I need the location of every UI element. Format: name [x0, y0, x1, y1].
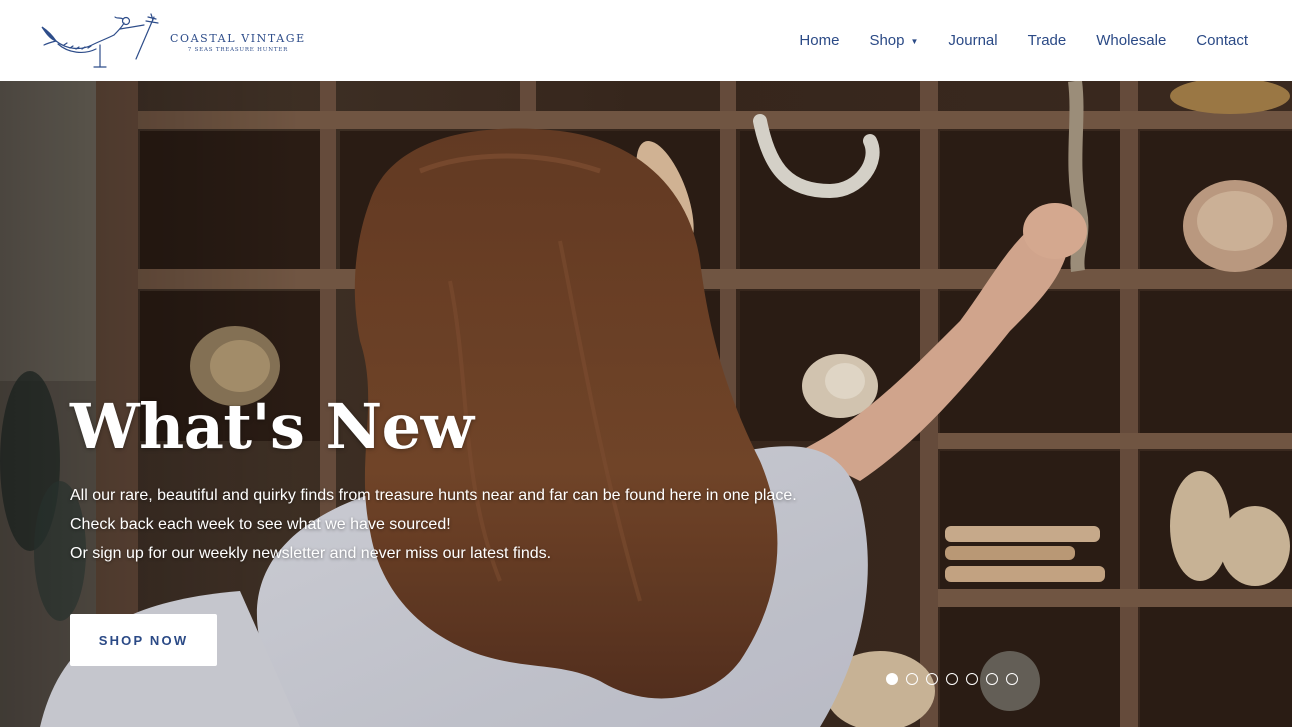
- nav-contact[interactable]: Contact: [1196, 32, 1248, 49]
- hero-line: All our rare, beautiful and quirky finds…: [70, 487, 797, 504]
- slider-dot[interactable]: [946, 673, 958, 685]
- nav-wholesale-label: Wholesale: [1096, 32, 1167, 49]
- mermaid-trident-icon: [41, 12, 159, 68]
- slider-dot[interactable]: [966, 673, 978, 685]
- hero-slider: What's New All our rare, beautiful and q…: [0, 81, 1292, 727]
- nav-wholesale[interactable]: Wholesale: [1096, 32, 1166, 49]
- nav-journal[interactable]: Journal: [948, 32, 997, 49]
- hero-content: What's New All our rare, beautiful and q…: [70, 391, 890, 568]
- hero-line: Or sign up for our weekly newsletter and…: [70, 545, 552, 562]
- site-header: COASTAL VINTAGE 7 SEAS TREASURE HUNTER H…: [0, 0, 1292, 81]
- shop-now-button[interactable]: SHOP NOW: [70, 614, 217, 666]
- logo[interactable]: COASTAL VINTAGE 7 SEAS TREASURE HUNTER: [40, 11, 306, 71]
- chevron-down-icon: ▼: [910, 36, 919, 46]
- slider-dot[interactable]: [986, 673, 998, 685]
- slider-dot[interactable]: [926, 673, 938, 685]
- nav-trade[interactable]: Trade: [1028, 32, 1067, 49]
- nav-contact-label: Contact: [1196, 32, 1248, 49]
- nav-trade-label: Trade: [1027, 32, 1067, 49]
- logo-text: COASTAL VINTAGE 7 SEAS TREASURE HUNTER: [170, 32, 306, 54]
- slider-dot[interactable]: [1006, 673, 1018, 685]
- slider-dot[interactable]: [886, 673, 898, 685]
- main-nav: Home Shop ▼ Journal Trade Wholesale Conta…: [799, 0, 1248, 81]
- nav-home-label: Home: [799, 32, 840, 49]
- hero-title: What's New: [70, 390, 474, 463]
- brand-tagline: 7 SEAS TREASURE HUNTER: [187, 46, 289, 53]
- nav-shop[interactable]: Shop ▼: [869, 32, 918, 49]
- hero-line: Check back each week to see what we have…: [70, 516, 451, 533]
- brand-name: COASTAL VINTAGE: [170, 31, 306, 45]
- slider-pagination: [886, 673, 1026, 685]
- nav-home[interactable]: Home: [799, 32, 839, 49]
- nav-journal-label: Journal: [948, 32, 998, 49]
- nav-shop-label: Shop: [869, 32, 905, 49]
- slider-dot[interactable]: [906, 673, 918, 685]
- hero-description: All our rare, beautiful and quirky finds…: [70, 481, 890, 568]
